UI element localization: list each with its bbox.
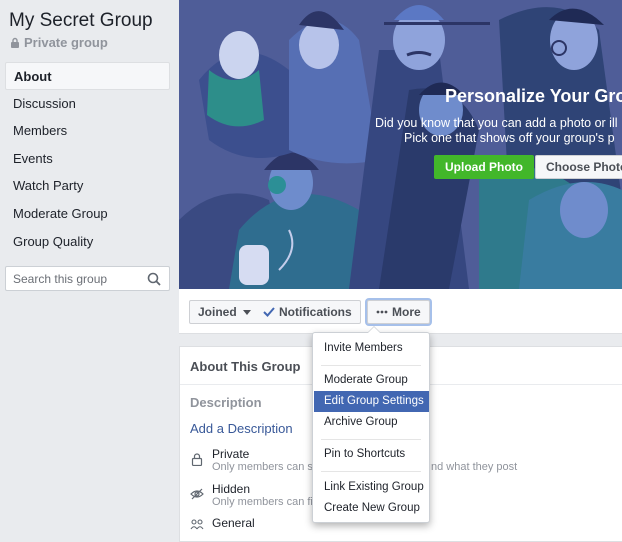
cover-text-line-2: Pick one that shows off your group's p [404, 131, 615, 145]
menu-separator [321, 439, 421, 440]
lock-icon [11, 37, 19, 48]
private-title: Private [212, 447, 250, 461]
menu-separator [321, 471, 421, 472]
menu-item-archive-group[interactable]: Archive Group [314, 412, 429, 433]
more-button[interactable]: More [367, 300, 430, 324]
upload-photo-button[interactable]: Upload Photo [434, 155, 534, 179]
menu-separator [321, 365, 421, 366]
choose-photo-button[interactable]: Choose Photo [535, 155, 622, 179]
notifications-button[interactable]: Notifications [255, 300, 361, 324]
joined-label: Joined [198, 305, 237, 319]
sidebar-item-group-quality[interactable]: Group Quality [5, 228, 170, 256]
visibility-info-row: Hidden Only members can fi [190, 482, 313, 509]
cover-heading: Personalize Your Grou [445, 86, 622, 106]
more-label: More [392, 305, 421, 319]
description-label: Description [190, 395, 262, 410]
sidebar-nav: About Discussion Members Events Watch Pa… [5, 62, 170, 255]
menu-item-invite-members[interactable]: Invite Members [314, 338, 429, 359]
group-title[interactable]: My Secret Group [9, 10, 153, 32]
sidebar-item-watch-party[interactable]: Watch Party [5, 172, 170, 200]
sidebar-item-events[interactable]: Events [5, 145, 170, 173]
privacy-text: Private group [24, 35, 108, 50]
chevron-down-icon [242, 309, 251, 315]
group-action-bar: Joined Notifications More [179, 289, 622, 334]
notifications-label: Notifications [279, 305, 352, 319]
menu-item-pin-to-shortcuts[interactable]: Pin to Shortcuts [314, 444, 429, 465]
group-search-box [5, 266, 170, 291]
sidebar-item-members[interactable]: Members [5, 117, 170, 145]
menu-item-edit-group-settings[interactable]: Edit Group Settings [314, 391, 429, 412]
cover-photo: Personalize Your Grou Did you know that … [179, 0, 622, 289]
private-subtitle: Only members can s [212, 461, 313, 473]
menu-item-create-new-group[interactable]: Create New Group [314, 498, 429, 519]
search-icon[interactable] [147, 272, 161, 286]
ellipsis-icon [376, 310, 388, 314]
sidebar: My Secret Group Private group About Disc… [0, 0, 178, 542]
menu-item-link-existing-group[interactable]: Link Existing Group [314, 477, 429, 498]
sidebar-item-moderate-group[interactable]: Moderate Group [5, 200, 170, 228]
general-title: General [212, 516, 255, 530]
sidebar-item-about[interactable]: About [5, 62, 170, 90]
joined-button[interactable]: Joined [189, 300, 260, 324]
menu-item-moderate-group[interactable]: Moderate Group [314, 370, 429, 391]
hidden-eye-icon [190, 488, 204, 500]
about-title: About This Group [190, 359, 301, 374]
more-dropdown-menu: Invite Members Moderate Group Edit Group… [312, 326, 430, 523]
checkmark-icon [263, 307, 275, 317]
cover-text-line-1: Did you know that you can add a photo or… [375, 116, 618, 130]
lock-icon [191, 453, 203, 466]
group-people-icon [190, 519, 204, 530]
group-search-input[interactable] [13, 271, 143, 286]
private-subtitle-tail: nd what they post [431, 461, 518, 473]
hidden-title: Hidden [212, 482, 251, 496]
privacy-info-row: Private Only members can s [190, 447, 313, 474]
category-info-row: General [190, 516, 255, 531]
add-description-link[interactable]: Add a Description [190, 421, 293, 436]
sidebar-item-discussion[interactable]: Discussion [5, 90, 170, 118]
privacy-label: Private group [10, 35, 108, 50]
hidden-subtitle: Only members can fi [212, 496, 313, 508]
